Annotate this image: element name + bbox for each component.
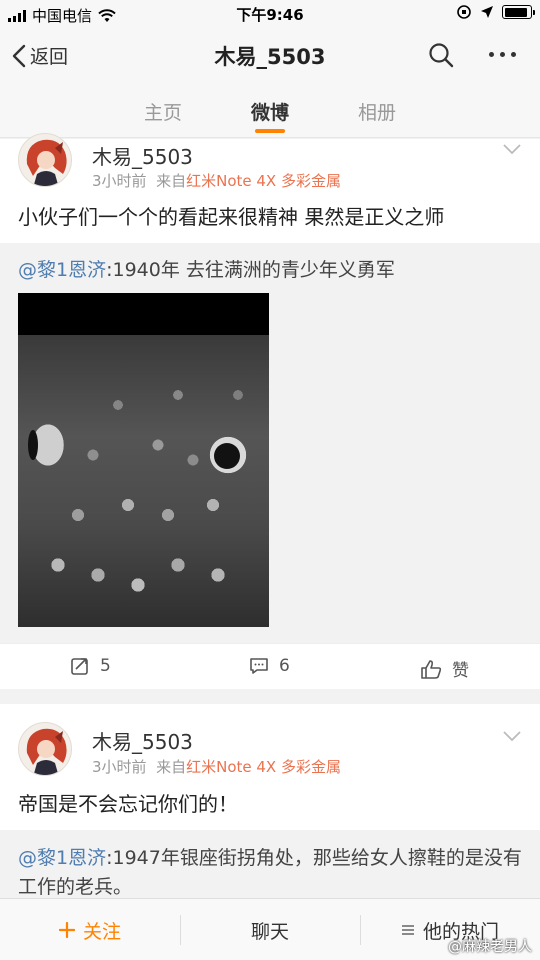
post-actions: 5 6 赞 (0, 643, 540, 689)
status-bar: 中国电信 下午9:46 (0, 0, 540, 28)
post-time: 3小时前 (92, 758, 147, 776)
plus-icon (58, 922, 75, 938)
post-author[interactable]: 木易_5503 (92, 726, 193, 755)
search-button[interactable] (428, 42, 454, 72)
follow-label: 关注 (82, 920, 121, 943)
post-device[interactable]: 红米Note 4X 多彩金属 (186, 758, 341, 776)
repost-body: :1940年 去往满洲的青少年义勇军 (106, 259, 395, 281)
chevron-down-icon[interactable] (502, 730, 522, 742)
nav-bar: 返回 木易_5503 (0, 28, 540, 84)
chat-button[interactable]: 聊天 (180, 899, 360, 960)
repost-button[interactable]: 5 (70, 656, 111, 676)
repost-mention[interactable]: @黎1恩济 (18, 259, 106, 281)
post-text: 小伙子们一个个的看起来很精神 果然是正义之师 (18, 205, 445, 229)
active-tab-indicator (255, 129, 285, 133)
location-icon (481, 6, 493, 18)
post-source-prefix: 来自 (156, 758, 187, 776)
post-device[interactable]: 红米Note 4X 多彩金属 (186, 172, 341, 190)
tab-weibo[interactable]: 微博 (230, 98, 310, 125)
search-icon (429, 43, 454, 68)
status-right (456, 4, 535, 20)
bottom-bar: 关注 聊天 他的热门 @麻辣老男人 (0, 898, 540, 960)
chevron-down-icon[interactable] (502, 143, 522, 155)
post-meta: 3小时前 来自红米Note 4X 多彩金属 (92, 170, 341, 191)
photo-content (18, 335, 269, 627)
avatar[interactable] (18, 722, 72, 776)
more-button[interactable] (489, 52, 516, 57)
repost-block[interactable]: @黎1恩济:1947年银座街拐角处，那些给女人擦鞋的是没有工作的老兵。 (0, 830, 540, 898)
repost-mention[interactable]: @黎1恩济 (18, 847, 106, 869)
post-source-prefix: 来自 (156, 172, 187, 190)
post-time: 3小时前 (92, 172, 147, 190)
repost-text: @黎1恩济:1940年 去往满洲的青少年义勇军 (18, 256, 522, 285)
comment-button[interactable]: 6 (249, 656, 290, 676)
avatar-image (26, 728, 67, 775)
rotation-lock-icon (457, 5, 471, 19)
repost-count: 5 (100, 656, 111, 676)
menu-icon (401, 925, 414, 935)
comment-count: 6 (279, 656, 290, 676)
post-author[interactable]: 木易_5503 (92, 141, 193, 170)
more-icon (489, 52, 494, 57)
profile-tabs: 主页 微博 相册 (0, 84, 540, 138)
comment-icon (250, 658, 268, 674)
battery-icon (502, 5, 535, 19)
post-card[interactable]: 木易_5503 3小时前 来自红米Note 4X 多彩金属 小伙子们一个个的看起… (0, 133, 540, 689)
avatar-image (26, 139, 67, 186)
post-meta: 3小时前 来自红米Note 4X 多彩金属 (92, 756, 341, 777)
repost-photo[interactable] (18, 293, 269, 627)
repost-block[interactable]: @黎1恩济:1940年 去往满洲的青少年义勇军 (0, 243, 540, 643)
post-card[interactable]: 木易_5503 3小时前 来自红米Note 4X 多彩金属 帝国是不会忘记你们的… (0, 704, 540, 898)
tab-home[interactable]: 主页 (123, 98, 203, 125)
like-button[interactable]: 赞 (420, 656, 469, 681)
tab-album[interactable]: 相册 (337, 98, 417, 125)
like-label: 赞 (452, 661, 469, 681)
watermark: @麻辣老男人 (448, 939, 532, 955)
repost-text: @黎1恩济:1947年银座街拐角处，那些给女人擦鞋的是没有工作的老兵。 (18, 844, 522, 901)
avatar[interactable] (18, 133, 72, 187)
thumbs-up-icon (421, 659, 442, 679)
repost-icon (71, 658, 88, 675)
page-title: 木易_5503 (214, 45, 326, 69)
post-text: 帝国是不会忘记你们的！ (18, 792, 238, 816)
screen: 中国电信 下午9:46 返回 木易_5503 主页 微博 相册 木易_5503 … (0, 0, 540, 960)
follow-button[interactable]: 关注 (0, 899, 180, 960)
chat-label: 聊天 (250, 920, 289, 943)
